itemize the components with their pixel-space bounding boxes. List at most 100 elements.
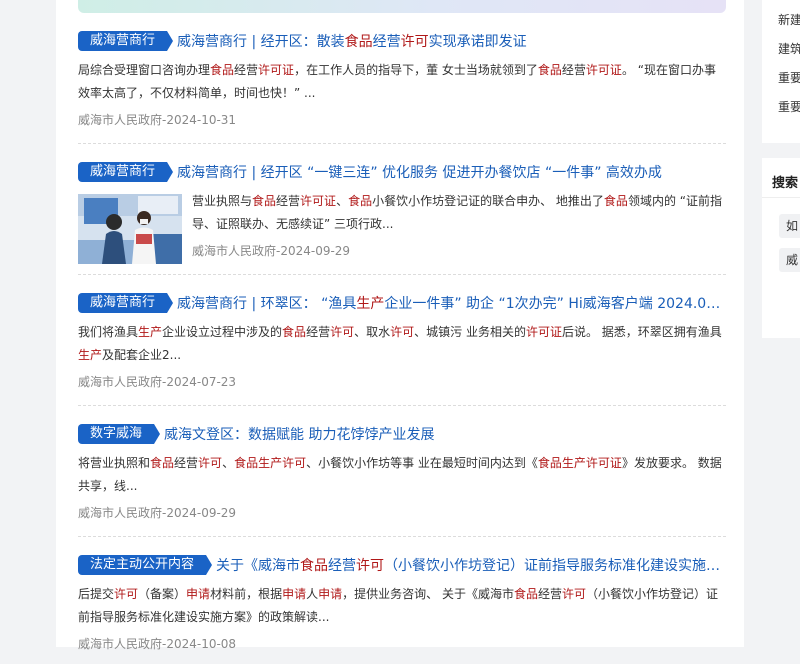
- right-sidebar: 新建 建筑 重要 重要 搜索 如 威: [762, 0, 800, 647]
- text-segment: 经营: [234, 63, 259, 77]
- thumbnail-image: [78, 194, 182, 264]
- divider: [78, 143, 726, 144]
- text-segment: 企业一件事” 助企 “1次办完” Hi威海客户端 2024.07.22 ...: [384, 296, 726, 312]
- sidebar-link[interactable]: 重要: [778, 69, 800, 86]
- sidebar-search-panel: 搜索 如 威: [762, 158, 800, 338]
- text-segment: 经营: [372, 34, 401, 50]
- result-item-4: 数字威海 威海文登区：数据赋能 助力花饽饽产业发展 将营业执照和食品经营许可、食…: [78, 423, 726, 537]
- keyword-highlight: 食品: [150, 456, 175, 470]
- result-snippet: 局综合受理窗口咨询办理食品经营许可证，在工作人员的指导下，董 女士当场就领到了食…: [78, 59, 724, 105]
- result-source-date: 威海市人民政府-2024-09-29: [192, 244, 351, 258]
- result-title-line[interactable]: 法定主动公开内容 关于《威海市食品经营许可（小餐饮小作坊登记）证前指导服务标准化…: [78, 554, 726, 576]
- category-tag[interactable]: 威海营商行: [78, 162, 174, 182]
- result-title-line[interactable]: 威海营商行 威海营商行 | 经开区：散装食品经营许可实现承诺即发证: [78, 30, 726, 52]
- text-segment: ，提供业务咨询、 关于《威海市: [342, 587, 514, 601]
- divider: [78, 405, 726, 406]
- text-segment: 后提交: [78, 587, 115, 601]
- keyword-highlight: 生产: [78, 348, 103, 362]
- keyword-highlight: 许可证: [525, 325, 562, 339]
- search-keyword-chip[interactable]: 如: [779, 214, 800, 238]
- text-segment: 关于《威海市: [216, 558, 301, 574]
- sidebar-heading: 搜索: [772, 176, 799, 191]
- result-title-line[interactable]: 威海营商行 威海营商行 | 经开区 “一键三连” 优化服务 促进开办餐饮店 “一…: [78, 161, 726, 183]
- text-segment: 威海营商行 | 环翠区： “渔具: [177, 296, 357, 312]
- text-segment: 实现承诺即发证: [428, 34, 527, 50]
- text-segment: 经营: [537, 587, 562, 601]
- result-snippet: 将营业执照和食品经营许可、食品生产许可、小餐饮小作坊等事 业在最短时间内达到《食…: [78, 452, 724, 498]
- keyword-highlight: 许可: [400, 34, 429, 50]
- result-title[interactable]: 威海文登区：数据赋能 助力花饽饽产业发展: [164, 424, 434, 444]
- text-segment: 经营: [306, 325, 331, 339]
- category-tag[interactable]: 威海营商行: [78, 31, 174, 51]
- keyword-highlight: 许可证: [585, 63, 622, 77]
- result-source-date: 威海市人民政府-2024-09-29: [78, 506, 237, 520]
- result-snippet: 营业执照与食品经营许可证、食品小餐饮小作坊登记证的联合申办、 地推出了食品领域内…: [192, 190, 724, 236]
- divider: [762, 197, 800, 198]
- result-item-1: 威海营商行 威海营商行 | 经开区：散装食品经营许可实现承诺即发证 局综合受理窗…: [78, 30, 726, 144]
- keyword-highlight: 许可: [561, 587, 586, 601]
- result-source-date: 威海市人民政府-2024-10-08: [78, 637, 237, 651]
- text-segment: 局综合受理窗口咨询办理: [78, 63, 211, 77]
- keyword-highlight: 食品: [300, 558, 329, 574]
- keyword-highlight: 许可: [330, 325, 355, 339]
- text-segment: 经营: [328, 558, 357, 574]
- keyword-highlight: 食品: [348, 194, 373, 208]
- keyword-highlight: 许可证: [300, 194, 337, 208]
- text-segment: 经营: [276, 194, 301, 208]
- result-item-2: 威海营商行 威海营商行 | 经开区 “一键三连” 优化服务 促进开办餐饮店 “一…: [78, 161, 726, 275]
- text-segment: ，在工作人员的指导下，董 女士当场就领到了: [294, 63, 538, 77]
- sidebar-link[interactable]: 建筑: [778, 40, 800, 57]
- keyword-highlight: 食品生产许可证: [537, 456, 622, 470]
- keyword-highlight: 许可证: [258, 63, 295, 77]
- text-segment: （小餐饮小作坊登记）证前指导服务标准化建设实施方案...: [384, 558, 726, 574]
- keyword-highlight: 食品: [537, 63, 562, 77]
- search-banner: [78, 0, 726, 13]
- text-segment: （备案）: [138, 587, 187, 601]
- text-segment: 、: [222, 456, 235, 470]
- text-segment: 经营: [561, 63, 586, 77]
- keyword-highlight: 许可: [356, 558, 385, 574]
- keyword-highlight: 许可: [390, 325, 415, 339]
- category-tag[interactable]: 数字威海: [78, 424, 161, 444]
- result-snippet: 后提交许可（备案）申请材料前，根据申请人申请，提供业务咨询、 关于《威海市食品经…: [78, 583, 724, 629]
- result-title[interactable]: 关于《威海市食品经营许可（小餐饮小作坊登记）证前指导服务标准化建设实施方案...: [216, 555, 726, 575]
- keyword-highlight: 食品: [344, 34, 373, 50]
- text-segment: 人: [306, 587, 319, 601]
- result-source-date: 威海市人民政府-2024-10-31: [78, 113, 237, 127]
- result-title-line[interactable]: 数字威海 威海文登区：数据赋能 助力花饽饽产业发展: [78, 423, 726, 445]
- keyword-highlight: 生产: [356, 296, 385, 312]
- keyword-highlight: 许可: [114, 587, 139, 601]
- news-photo-icon[interactable]: [78, 194, 182, 264]
- search-keyword-chip[interactable]: 威: [779, 248, 800, 272]
- divider: [78, 536, 726, 537]
- keyword-highlight: 许可: [198, 456, 223, 470]
- keyword-highlight: 食品生产许可: [234, 456, 307, 470]
- result-title[interactable]: 威海营商行 | 环翠区： “渔具生产企业一件事” 助企 “1次办完” Hi威海客…: [177, 293, 726, 313]
- result-item-5: 法定主动公开内容 关于《威海市食品经营许可（小餐饮小作坊登记）证前指导服务标准化…: [78, 554, 726, 664]
- text-segment: 营业执照与: [192, 194, 253, 208]
- text-segment: 材料前，根据: [210, 587, 283, 601]
- result-source-date: 威海市人民政府-2024-07-23: [78, 375, 237, 389]
- text-segment: 、小餐饮小作坊等事 业在最短时间内达到《: [306, 456, 538, 470]
- result-title-line[interactable]: 威海营商行 威海营商行 | 环翠区： “渔具生产企业一件事” 助企 “1次办完”…: [78, 292, 726, 314]
- keyword-highlight: 食品: [210, 63, 235, 77]
- text-segment: 威海营商行 | 经开区：散装: [177, 34, 345, 50]
- keyword-highlight: 申请: [282, 587, 307, 601]
- category-tag[interactable]: 法定主动公开内容: [78, 555, 213, 575]
- category-tag[interactable]: 威海营商行: [78, 293, 174, 313]
- keyword-highlight: 申请: [318, 587, 343, 601]
- text-segment: 后说。 据悉，环翠区拥有渔具: [561, 325, 722, 339]
- result-item-3: 威海营商行 威海营商行 | 环翠区： “渔具生产企业一件事” 助企 “1次办完”…: [78, 292, 726, 406]
- text-segment: 威海营商行 | 经开区 “一键三连” 优化服务 促进开办餐饮店 “一件事” 高效…: [177, 165, 662, 181]
- text-segment: 将营业执照和: [78, 456, 151, 470]
- keyword-highlight: 食品: [513, 587, 538, 601]
- text-segment: 及配套企业2...: [102, 348, 182, 362]
- result-title[interactable]: 威海营商行 | 经开区：散装食品经营许可实现承诺即发证: [177, 31, 527, 51]
- sidebar-link[interactable]: 新建: [778, 11, 800, 28]
- search-results-panel: 威海营商行 威海营商行 | 经开区：散装食品经营许可实现承诺即发证 局综合受理窗…: [56, 0, 744, 651]
- result-title[interactable]: 威海营商行 | 经开区 “一键三连” 优化服务 促进开办餐饮店 “一件事” 高效…: [177, 162, 662, 182]
- text-segment: 、城镇污 业务相关的: [414, 325, 526, 339]
- sidebar-link[interactable]: 重要: [778, 98, 800, 115]
- text-segment: 威海文登区：数据赋能 助力花饽饽产业发展: [164, 427, 435, 443]
- result-snippet: 我们将渔具生产企业设立过程中涉及的食品经营许可、取水许可、城镇污 业务相关的许可…: [78, 321, 724, 367]
